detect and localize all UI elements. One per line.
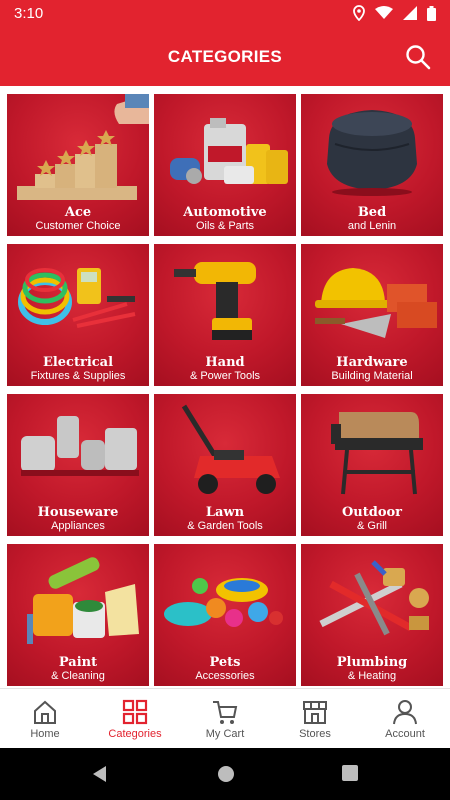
wifi-icon bbox=[375, 6, 393, 19]
battery-icon bbox=[427, 5, 436, 21]
home-circle-icon[interactable] bbox=[216, 764, 236, 784]
category-subtitle: Accessories bbox=[195, 670, 255, 682]
nav-categories[interactable]: Categories bbox=[90, 689, 180, 748]
category-subtitle: & Heating bbox=[347, 670, 397, 682]
drill-image bbox=[174, 262, 256, 340]
category-tile-houseware[interactable]: Houseware Appliances bbox=[7, 394, 149, 536]
bottom-nav: Home Categories My Cart Stores Account bbox=[0, 688, 450, 748]
category-title: Paint bbox=[58, 655, 98, 670]
automotive-oil-image bbox=[170, 118, 288, 184]
status-bar: 3:10 bbox=[0, 0, 450, 28]
category-subtitle: Customer Choice bbox=[35, 220, 121, 232]
category-title: Electrical bbox=[42, 355, 114, 370]
signal-icon bbox=[403, 6, 417, 20]
category-tile-lawn[interactable]: Lawn & Garden Tools bbox=[154, 394, 296, 536]
search-button[interactable] bbox=[404, 43, 432, 71]
location-icon bbox=[353, 5, 365, 21]
category-subtitle: & Cleaning bbox=[51, 670, 105, 682]
category-tile-outdoor[interactable]: Outdoor & Grill bbox=[301, 394, 443, 536]
nav-label: Stores bbox=[299, 728, 331, 740]
category-subtitle: Building Material bbox=[331, 370, 413, 382]
hardware-helmet-image bbox=[315, 268, 437, 338]
category-tile-hardware[interactable]: Hardware Building Material bbox=[301, 244, 443, 386]
nav-my-cart[interactable]: My Cart bbox=[180, 689, 270, 748]
bed-beanbag-image bbox=[327, 110, 417, 196]
category-title: Lawn bbox=[205, 505, 245, 520]
category-tile-pets[interactable]: Pets Accessories bbox=[154, 544, 296, 686]
category-tile-hand[interactable]: Hand & Power Tools bbox=[154, 244, 296, 386]
category-title: Bed bbox=[357, 205, 387, 220]
appliances-image bbox=[21, 416, 139, 476]
account-icon bbox=[393, 700, 417, 725]
nav-account[interactable]: Account bbox=[360, 689, 450, 748]
app-bar: CATEGORIES bbox=[0, 28, 450, 86]
grid-icon bbox=[122, 699, 148, 725]
category-subtitle: Fixtures & Supplies bbox=[30, 370, 126, 382]
nav-label: Home bbox=[30, 728, 60, 740]
category-grid: Ace Customer Choice Automotive Oils & Pa… bbox=[7, 94, 443, 686]
category-subtitle: & Grill bbox=[357, 520, 387, 532]
nav-home[interactable]: Home bbox=[0, 689, 90, 748]
page-title: CATEGORIES bbox=[167, 47, 283, 66]
store-icon bbox=[303, 701, 327, 724]
category-title: Ace bbox=[64, 205, 92, 220]
lawnmower-image bbox=[181, 404, 280, 494]
category-subtitle: & Power Tools bbox=[189, 370, 261, 382]
back-icon[interactable] bbox=[90, 764, 108, 784]
home-icon bbox=[34, 700, 56, 724]
status-icons bbox=[353, 5, 436, 21]
category-tile-electrical[interactable]: Electrical Fixtures & Supplies bbox=[7, 244, 149, 386]
category-subtitle: & Garden Tools bbox=[187, 520, 263, 532]
nav-label: My Cart bbox=[205, 728, 245, 740]
grill-image bbox=[331, 412, 423, 495]
category-tile-ace[interactable]: Ace Customer Choice bbox=[7, 94, 149, 236]
system-navigation-bar bbox=[0, 748, 450, 800]
category-subtitle: Appliances bbox=[51, 520, 105, 532]
category-title: Automotive bbox=[183, 205, 267, 220]
status-time: 3:10 bbox=[14, 5, 44, 22]
category-title: Pets bbox=[209, 655, 241, 670]
cart-icon bbox=[213, 701, 238, 724]
category-subtitle: and Lenin bbox=[347, 220, 397, 232]
category-title: Hardware bbox=[336, 355, 408, 370]
electrical-wires-image bbox=[18, 268, 136, 328]
category-title: Houseware bbox=[37, 505, 119, 520]
nav-label: Categories bbox=[108, 728, 162, 740]
category-title: Plumbing bbox=[336, 655, 408, 670]
nav-label: Account bbox=[385, 728, 425, 740]
category-tile-paint[interactable]: Paint & Cleaning bbox=[7, 544, 149, 686]
category-tile-automotive[interactable]: Automotive Oils & Parts bbox=[154, 94, 296, 236]
nav-stores[interactable]: Stores bbox=[270, 689, 360, 748]
category-subtitle: Oils & Parts bbox=[195, 220, 255, 232]
category-title: Hand bbox=[205, 355, 245, 370]
category-title: Outdoor bbox=[341, 505, 403, 520]
ace-stars-image bbox=[17, 94, 149, 200]
pet-toys-image bbox=[164, 578, 283, 627]
category-tile-bed[interactable]: Bed and Lenin bbox=[301, 94, 443, 236]
recents-icon[interactable] bbox=[341, 764, 359, 782]
plumbing-tools-image bbox=[319, 560, 429, 636]
search-icon bbox=[406, 45, 431, 70]
category-tile-plumbing[interactable]: Plumbing & Heating bbox=[301, 544, 443, 686]
paint-cans-image bbox=[27, 557, 139, 644]
